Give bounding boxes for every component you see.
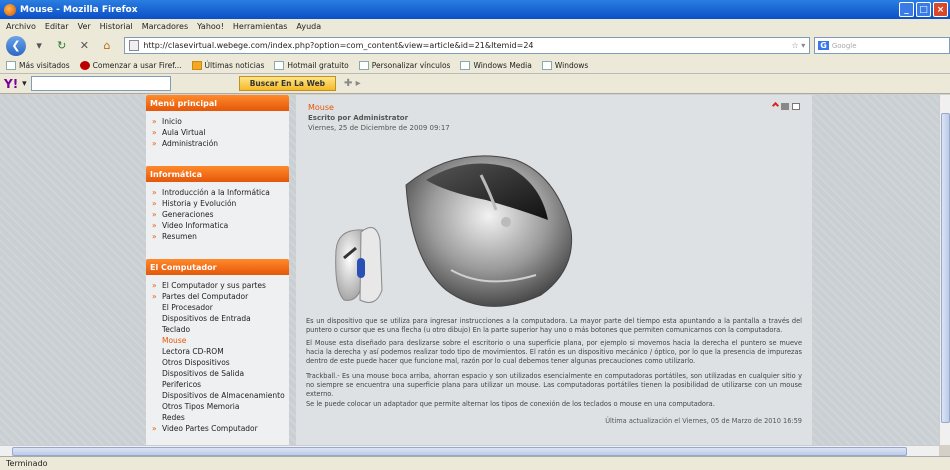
article-tools: [771, 101, 800, 110]
article-paragraph-4: Se le puede colocar un adaptador que per…: [306, 400, 715, 408]
article-paragraph-1: Es un dispositivo que se utiliza para in…: [306, 317, 802, 334]
sidebar-subitem-mouse[interactable]: Mouse: [152, 335, 289, 346]
logitech-mouse-image: [405, 155, 573, 307]
yahoo-search-input[interactable]: [30, 76, 171, 91]
forward-button[interactable]: ▾: [33, 39, 46, 53]
reload-icon[interactable]: ↻: [55, 39, 68, 53]
bookmarks-toolbar: Más visitados Comenzar a usar Firef... Ú…: [0, 58, 950, 74]
maximize-button[interactable]: □: [916, 2, 931, 17]
url-bar[interactable]: http://clasevirtual.webege.com/index.php…: [124, 37, 811, 54]
yahoo-dropdown-icon[interactable]: ▾: [22, 79, 27, 89]
bookmark-hotmail[interactable]: Hotmail gratuito: [274, 61, 349, 70]
sidebar-item-historia[interactable]: Historia y Evolución: [152, 198, 289, 209]
back-button[interactable]: ❮: [6, 35, 26, 56]
sidebar-subitem-otros-dispositivos[interactable]: Otros Dispositivos: [152, 357, 289, 368]
article-paragraph-2: El Mouse esta diseñado para deslizarse s…: [306, 339, 802, 365]
bookmark-customize-links[interactable]: Personalizar vínculos: [358, 61, 450, 70]
horizontal-scrollbar[interactable]: [0, 445, 939, 456]
sidebar-subitem-almacenamiento[interactable]: Dispositivos de Almacenamiento: [152, 390, 289, 401]
sidebar-item-administracion[interactable]: Administración: [152, 138, 289, 149]
yahoo-logo[interactable]: Y!: [4, 77, 18, 91]
bookmark-most-visited[interactable]: Más visitados: [6, 61, 70, 70]
sidebar-item-aula-virtual[interactable]: Aula Virtual: [152, 127, 289, 138]
search-input[interactable]: G Google: [814, 37, 950, 54]
sidebar-item-inicio[interactable]: Inicio: [152, 116, 289, 127]
menu-herramientas[interactable]: Herramientas: [233, 22, 288, 31]
yahoo-toolbar: Y! ▾ Buscar En La Web ✚ ▸: [0, 74, 950, 94]
page-content: Menú principal Inicio Aula Virtual Admin…: [0, 95, 939, 445]
sidebar-subitem-procesador[interactable]: El Procesador: [152, 302, 289, 313]
menu-archivo[interactable]: Archivo: [6, 22, 36, 31]
sidebar-item-computador-partes[interactable]: El Computador y sus partes: [152, 280, 289, 291]
horizontal-scroll-thumb[interactable]: [12, 447, 907, 456]
firefox-icon: [4, 3, 16, 16]
sidebar-item-video-informatica[interactable]: Video Informatica: [152, 220, 289, 231]
article-title[interactable]: Mouse: [308, 103, 334, 112]
sidebar-subitem-redes[interactable]: Redes: [152, 412, 289, 423]
menu-bar: Archivo Editar Ver Historial Marcadores …: [0, 19, 950, 33]
close-button[interactable]: ×: [933, 2, 948, 17]
vertical-scrollbar[interactable]: [939, 95, 950, 445]
bookmark-windows[interactable]: Windows: [541, 61, 588, 70]
window-title: Mouse - Mozilla Firefox: [20, 4, 138, 15]
sidebar-item-resumen[interactable]: Resumen: [152, 231, 289, 242]
bookmark-star-icon[interactable]: ☆ ▾: [792, 41, 806, 50]
article-paragraph-3: Trackball.- Es una mouse boca arriba, ah…: [306, 372, 802, 398]
menu-yahoo[interactable]: Yahoo!: [197, 22, 224, 31]
sidebar-item-partes-computador[interactable]: Partes del Computador: [152, 291, 289, 302]
search-engine-icon[interactable]: G: [818, 41, 829, 50]
sidebar-subitem-perifericos[interactable]: Perifericos: [152, 379, 289, 390]
menu-ver[interactable]: Ver: [78, 22, 91, 31]
email-icon[interactable]: [792, 103, 800, 110]
menu-informatica: Informática Introducción a la Informátic…: [146, 166, 289, 247]
menu-marcadores[interactable]: Marcadores: [142, 22, 188, 31]
menu-principal: Menú principal Inicio Aula Virtual Admin…: [146, 95, 289, 154]
menu-informatica-title: Informática: [146, 166, 289, 182]
mouse-illustration: [335, 155, 573, 307]
window-titlebar: Mouse - Mozilla Firefox _ □ ×: [0, 0, 950, 19]
menu-computador: El Computador El Computador y sus partes…: [146, 259, 289, 439]
menu-principal-title: Menú principal: [146, 95, 289, 111]
home-icon[interactable]: ⌂: [101, 39, 114, 53]
sidebar-item-video-partes[interactable]: Video Partes Computador: [152, 423, 289, 434]
stop-icon[interactable]: ✕: [78, 39, 91, 53]
bookmark-getting-started[interactable]: Comenzar a usar Firef...: [79, 61, 182, 70]
menu-computador-title: El Computador: [146, 259, 289, 275]
sidebar-item-introduccion[interactable]: Introducción a la Informática: [152, 187, 289, 198]
menu-ayuda[interactable]: Ayuda: [296, 22, 321, 31]
article: Mouse Escrito por Administrator Viernes,…: [296, 95, 812, 445]
sidebar-subitem-lectora[interactable]: Lectora CD-ROM: [152, 346, 289, 357]
sidebar-subitem-entrada[interactable]: Dispositivos de Entrada: [152, 313, 289, 324]
bookmark-windows-media[interactable]: Windows Media: [460, 61, 532, 70]
yahoo-search-button[interactable]: Buscar En La Web: [238, 76, 337, 91]
yahoo-extra-icon[interactable]: ✚ ▸: [344, 78, 361, 89]
search-placeholder: Google: [831, 41, 857, 50]
menu-editar[interactable]: Editar: [45, 22, 69, 31]
article-date: Viernes, 25 de Diciembre de 2009 09:17: [308, 124, 450, 132]
mouse-app-icon: [335, 227, 383, 303]
status-text: Terminado: [6, 459, 48, 468]
article-updated: Última actualización el Viernes, 05 de M…: [605, 417, 802, 425]
sidebar-item-generaciones[interactable]: Generaciones: [152, 209, 289, 220]
url-text: http://clasevirtual.webege.com/index.php…: [143, 41, 534, 50]
sidebar-subitem-memoria[interactable]: Otros Tipos Memoria: [152, 401, 289, 412]
status-bar: Terminado: [0, 456, 950, 470]
sidebar: Menú principal Inicio Aula Virtual Admin…: [146, 95, 289, 445]
page-icon: [129, 40, 140, 51]
pdf-icon[interactable]: [771, 101, 780, 110]
sidebar-subitem-teclado[interactable]: Teclado: [152, 324, 289, 335]
navigation-toolbar: ❮ ▾ ↻ ✕ ⌂ http://clasevirtual.webege.com…: [0, 33, 950, 58]
minimize-button[interactable]: _: [899, 2, 914, 17]
article-author: Escrito por Administrator: [308, 114, 409, 122]
sidebar-subitem-salida[interactable]: Dispositivos de Salida: [152, 368, 289, 379]
print-icon[interactable]: [781, 103, 789, 110]
menu-historial[interactable]: Historial: [100, 22, 133, 31]
vertical-scroll-thumb[interactable]: [941, 113, 950, 423]
bookmark-latest-news[interactable]: Últimas noticias: [191, 61, 264, 70]
